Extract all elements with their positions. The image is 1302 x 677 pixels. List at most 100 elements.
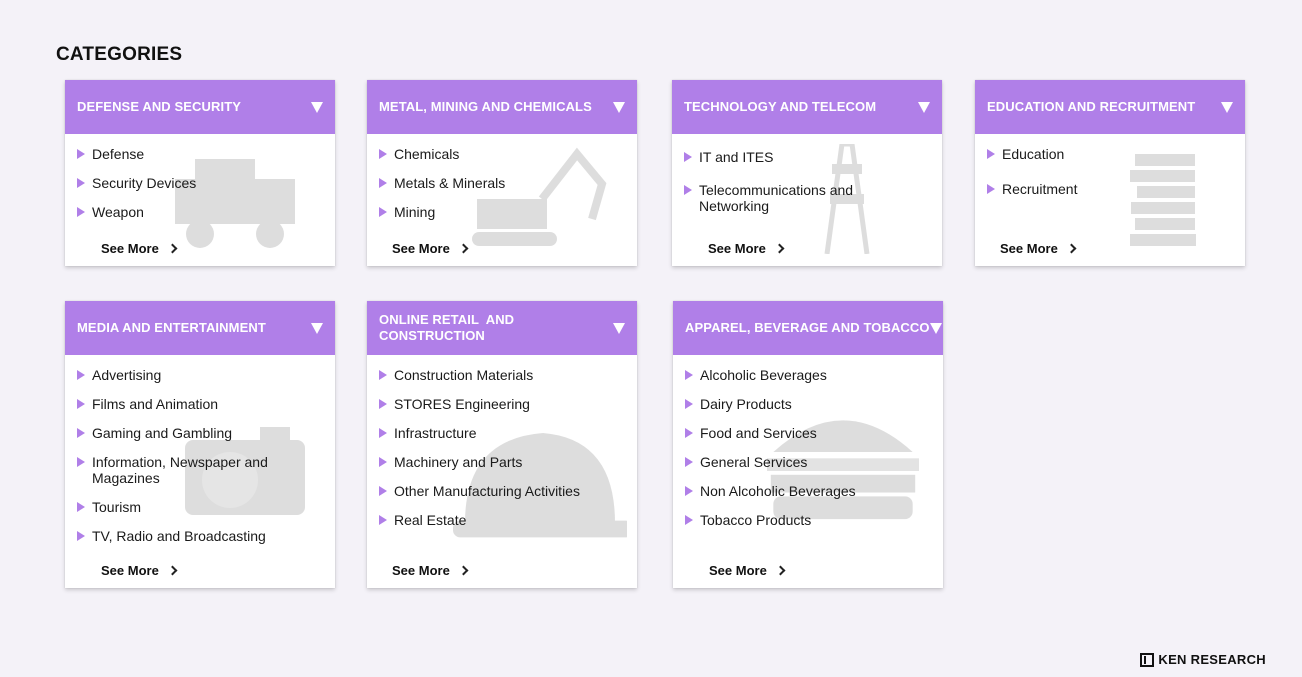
list-item[interactable]: Gaming and Gambling: [77, 425, 323, 441]
bullet-triangle-icon: [379, 457, 387, 467]
chevron-right-icon: [774, 243, 785, 254]
list-item[interactable]: Infrastructure: [379, 425, 625, 441]
category-header[interactable]: EDUCATION AND RECRUITMENT: [975, 80, 1245, 134]
category-title: EDUCATION AND RECRUITMENT: [987, 99, 1196, 114]
see-more-link[interactable]: See More: [709, 563, 786, 578]
bullet-triangle-icon: [685, 457, 693, 467]
bullet-triangle-icon: [77, 399, 85, 409]
category-title: TECHNOLOGY AND TELECOM: [684, 99, 877, 114]
bullet-triangle-icon: [685, 515, 693, 525]
list-item[interactable]: Information, Newspaper and Magazines: [77, 454, 323, 486]
chevron-right-icon: [167, 243, 178, 254]
list-item[interactable]: Tobacco Products: [685, 512, 931, 528]
list-item[interactable]: Chemicals: [379, 146, 625, 162]
page-title: CATEGORIES: [56, 44, 183, 65]
category-title: MEDIA AND ENTERTAINMENT: [77, 320, 266, 335]
bullet-triangle-icon: [77, 149, 85, 159]
bullet-triangle-icon: [77, 178, 85, 188]
chevron-right-icon: [458, 243, 469, 254]
category-header[interactable]: APPAREL, BEVERAGE AND TOBACCO: [673, 301, 943, 355]
caret-down-icon: [613, 101, 625, 113]
category-header[interactable]: DEFENSE AND SECURITY: [65, 80, 335, 134]
bullet-triangle-icon: [77, 457, 85, 467]
bullet-triangle-icon: [685, 370, 693, 380]
caret-down-icon: [311, 101, 323, 113]
bullet-triangle-icon: [685, 399, 693, 409]
bullet-triangle-icon: [987, 149, 995, 159]
bullet-triangle-icon: [987, 184, 995, 194]
list-item[interactable]: Security Devices: [77, 175, 323, 191]
list-item[interactable]: General Services: [685, 454, 931, 470]
list-item[interactable]: Dairy Products: [685, 396, 931, 412]
caret-down-icon: [311, 322, 323, 334]
category-title: DEFENSE AND SECURITY: [77, 99, 242, 114]
list-item[interactable]: Weapon: [77, 204, 323, 220]
bullet-triangle-icon: [685, 428, 693, 438]
list-item[interactable]: Telecommunications and Networking: [684, 182, 930, 214]
see-more-link[interactable]: See More: [101, 241, 178, 256]
caret-down-icon: [929, 322, 942, 334]
list-item[interactable]: Alcoholic Beverages: [685, 367, 931, 383]
list-item[interactable]: Food and Services: [685, 425, 931, 441]
bullet-triangle-icon: [77, 531, 85, 541]
bullet-triangle-icon: [684, 185, 692, 195]
list-item[interactable]: Defense: [77, 146, 323, 162]
logo-mark-icon: [1140, 652, 1155, 667]
category-card-defense: DEFENSE AND SECURITY Defense Security De…: [65, 80, 335, 266]
see-more-link[interactable]: See More: [392, 241, 469, 256]
list-item[interactable]: Metals & Minerals: [379, 175, 625, 191]
see-more-link[interactable]: See More: [708, 241, 785, 256]
list-item[interactable]: Recruitment: [987, 181, 1233, 197]
category-header[interactable]: ONLINE RETAIL AND CONSTRUCTION: [367, 301, 637, 355]
category-card-apparel: APPAREL, BEVERAGE AND TOBACCO Alcoholic …: [673, 301, 943, 588]
chevron-right-icon: [458, 565, 469, 576]
chevron-right-icon: [1066, 243, 1077, 254]
list-item[interactable]: Real Estate: [379, 512, 625, 528]
bullet-triangle-icon: [77, 370, 85, 380]
ken-research-logo: KEN RESEARCH: [1140, 652, 1266, 667]
list-item[interactable]: Machinery and Parts: [379, 454, 625, 470]
category-title: ONLINE RETAIL AND CONSTRUCTION: [379, 312, 518, 343]
bullet-triangle-icon: [379, 399, 387, 409]
logo-text: KEN RESEARCH: [1158, 652, 1266, 667]
category-header[interactable]: METAL, MINING AND CHEMICALS: [367, 80, 637, 134]
bullet-triangle-icon: [77, 502, 85, 512]
category-card-online-retail: ONLINE RETAIL AND CONSTRUCTION Construct…: [367, 301, 637, 588]
see-more-link[interactable]: See More: [392, 563, 469, 578]
list-item[interactable]: Other Manufacturing Activities: [379, 483, 625, 499]
list-item[interactable]: Mining: [379, 204, 625, 220]
caret-down-icon: [1221, 101, 1233, 113]
bullet-triangle-icon: [379, 207, 387, 217]
chevron-right-icon: [167, 565, 178, 576]
caret-down-icon: [918, 101, 930, 113]
caret-down-icon: [613, 322, 625, 334]
bullet-triangle-icon: [379, 515, 387, 525]
category-card-metal-mining: METAL, MINING AND CHEMICALS Chemicals Me…: [367, 80, 637, 266]
bullet-triangle-icon: [77, 428, 85, 438]
list-item[interactable]: Construction Materials: [379, 367, 625, 383]
list-item[interactable]: STORES Engineering: [379, 396, 625, 412]
list-item[interactable]: IT and ITES: [684, 149, 930, 165]
bullet-triangle-icon: [685, 486, 693, 496]
list-item[interactable]: Advertising: [77, 367, 323, 383]
category-title: METAL, MINING AND CHEMICALS: [379, 99, 592, 114]
bullet-triangle-icon: [379, 149, 387, 159]
category-card-media: MEDIA AND ENTERTAINMENT Advertising Film…: [65, 301, 335, 588]
bullet-triangle-icon: [379, 370, 387, 380]
see-more-link[interactable]: See More: [1000, 241, 1077, 256]
list-item[interactable]: Education: [987, 146, 1233, 162]
category-title: APPAREL, BEVERAGE AND TOBACCO: [685, 320, 930, 335]
bullet-triangle-icon: [379, 428, 387, 438]
list-item[interactable]: Tourism: [77, 499, 323, 515]
bullet-triangle-icon: [379, 486, 387, 496]
category-card-technology: TECHNOLOGY AND TELECOM IT and ITES Telec…: [672, 80, 942, 266]
category-header[interactable]: TECHNOLOGY AND TELECOM: [672, 80, 942, 134]
list-item[interactable]: Non Alcoholic Beverages: [685, 483, 931, 499]
list-item[interactable]: TV, Radio and Broadcasting: [77, 528, 323, 544]
bullet-triangle-icon: [379, 178, 387, 188]
bullet-triangle-icon: [684, 152, 692, 162]
chevron-right-icon: [775, 565, 786, 576]
see-more-link[interactable]: See More: [101, 563, 178, 578]
category-header[interactable]: MEDIA AND ENTERTAINMENT: [65, 301, 335, 355]
list-item[interactable]: Films and Animation: [77, 396, 323, 412]
